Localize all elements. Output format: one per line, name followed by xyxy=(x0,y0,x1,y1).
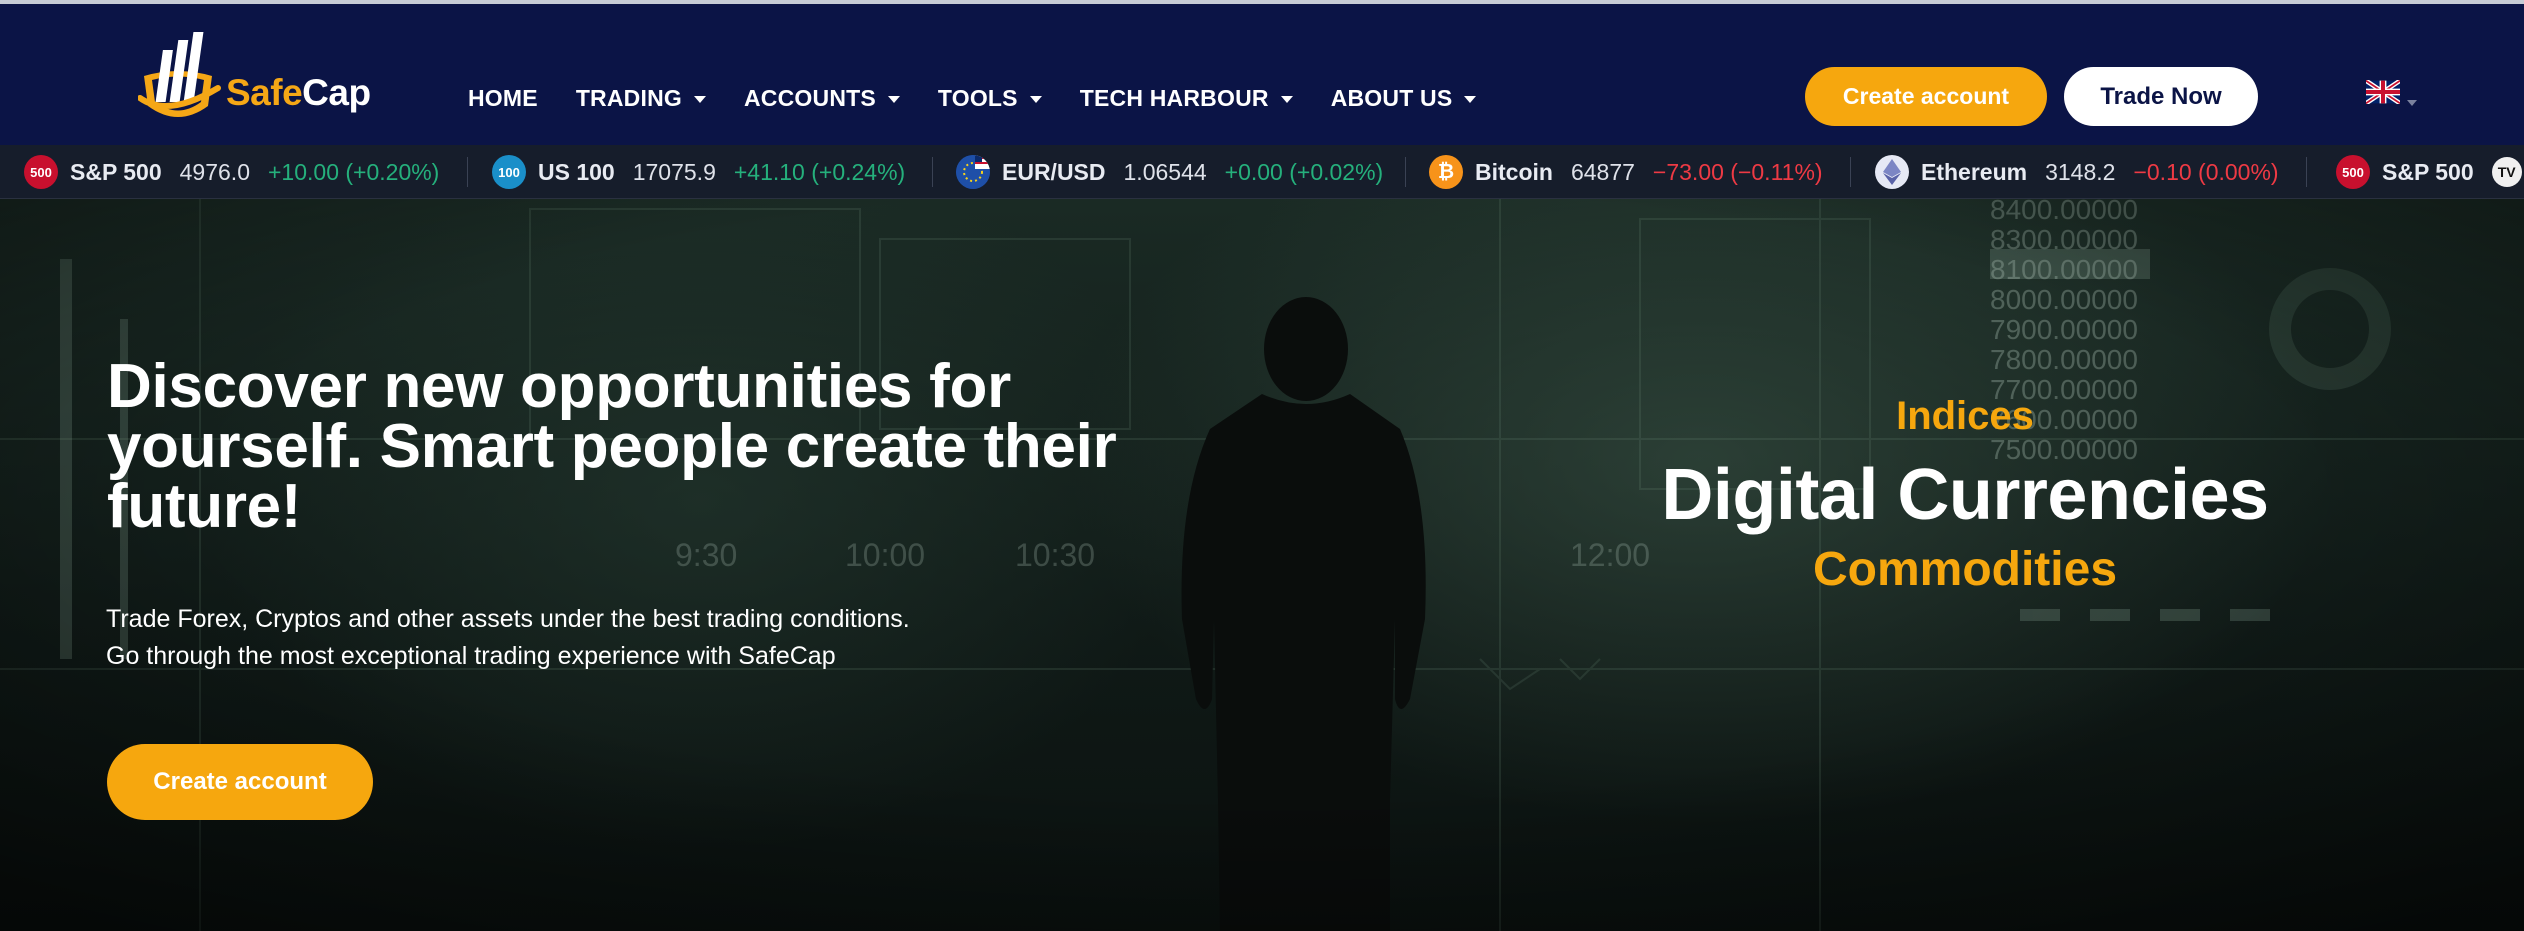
ticker-divider xyxy=(1850,157,1851,187)
logo-wordmark: SafeCap xyxy=(226,72,371,114)
ticker-change: +10.00 (+0.20%) xyxy=(268,158,440,185)
ticker-item[interactable]: EUR/USD 1.06544 +0.00 (+0.02%) xyxy=(956,145,1384,198)
hero-create-account-button[interactable]: Create account xyxy=(107,744,373,820)
nav-about-us-label: ABOUT US xyxy=(1330,84,1453,111)
nav-tech-harbour-label: TECH HARBOUR xyxy=(1079,84,1269,111)
ticker-name: US 100 xyxy=(538,158,615,185)
ticker-price: 3148.2 xyxy=(2045,158,2116,185)
ticker-price: 64877 xyxy=(1570,158,1635,185)
main-nav: HOME TRADING ACCOUNTS TOOLS TECH HARBOUR… xyxy=(468,78,1514,118)
language-selector[interactable] xyxy=(2366,80,2422,112)
nav-tech-harbour[interactable]: TECH HARBOUR xyxy=(1080,85,1293,112)
us100-icon: 100 xyxy=(492,155,526,189)
nav-home-label: HOME xyxy=(468,84,538,111)
caret-down-icon xyxy=(693,95,706,103)
hero-subtitle-line-1: Trade Forex, Cryptos and other assets un… xyxy=(106,605,910,633)
ticker-divider xyxy=(2306,157,2307,187)
nav-accounts[interactable]: ACCOUNTS xyxy=(744,85,900,112)
sp500-icon: 500 xyxy=(24,155,58,189)
nav-tools[interactable]: TOOLS xyxy=(938,85,1042,112)
site-header: SafeCap HOME TRADING ACCOUNTS TOOLS TECH… xyxy=(0,4,2524,145)
caret-down-icon xyxy=(1029,95,1042,103)
ethereum-diamond-icon xyxy=(1883,159,1901,185)
hero-subtitle-line-2: Go through the most exceptional trading … xyxy=(106,642,836,670)
rotating-word-digital-currencies: Digital Currencies xyxy=(1661,455,2269,535)
safecap-logo[interactable]: SafeCap xyxy=(138,28,378,138)
ticker-name: Bitcoin xyxy=(1475,158,1553,185)
ethereum-icon xyxy=(1875,155,1909,189)
nav-about-us[interactable]: ABOUT US xyxy=(1331,85,1477,112)
bitcoin-icon: ₿ xyxy=(1429,155,1463,189)
ticker-name: S&P 500 xyxy=(2382,158,2474,185)
nav-accounts-label: ACCOUNTS xyxy=(743,84,876,111)
sp500-icon: 500 xyxy=(2336,155,2370,189)
ticker-price: 4976.0 xyxy=(179,158,250,185)
ticker-item[interactable]: 500 S&P 500 4976.0 +10.00 (+0.20%) xyxy=(24,145,440,198)
ticker-item[interactable]: 100 US 100 17075.9 +41.10 (+0.24%) xyxy=(492,145,906,198)
ticker-divider xyxy=(467,157,468,187)
ticker-price: 1.06544 xyxy=(1123,158,1207,185)
hero-section: 8400.000008300.000008100.000008000.00000… xyxy=(0,199,2524,931)
create-account-button[interactable]: Create account xyxy=(1805,67,2047,126)
ticker-price: 17075.9 xyxy=(632,158,716,185)
nav-home[interactable]: HOME xyxy=(468,85,538,112)
hero-subtitle: Trade Forex, Cryptos and other assets un… xyxy=(106,601,1106,675)
hero-title: Discover new opportunities for yourself.… xyxy=(107,352,1117,541)
nav-tools-label: TOOLS xyxy=(937,84,1018,111)
page: SafeCap HOME TRADING ACCOUNTS TOOLS TECH… xyxy=(0,0,2524,931)
ticker-name: S&P 500 xyxy=(70,158,162,185)
ticker-change: −73.00 (−0.11%) xyxy=(1652,158,1823,185)
logo-shield-icon xyxy=(138,32,221,117)
eu-flag-icon xyxy=(956,155,990,189)
trade-now-button[interactable]: Trade Now xyxy=(2064,67,2258,126)
market-ticker: 500 S&P 500 4976.0 +10.00 (+0.20%) 100 U… xyxy=(0,145,2524,199)
uk-flag-icon xyxy=(2366,80,2400,104)
caret-down-icon xyxy=(887,95,900,103)
logo-text-cap: Cap xyxy=(302,72,371,113)
caret-down-icon xyxy=(1280,95,1293,103)
rotating-word-commodities: Commodities xyxy=(1812,543,2118,596)
nav-trading[interactable]: TRADING xyxy=(576,85,706,112)
ticker-change: +0.00 (+0.02%) xyxy=(1224,158,1384,185)
tradingview-icon[interactable]: TV xyxy=(2491,157,2522,187)
eur-usd-flags-icon xyxy=(956,155,990,189)
ticker-name: Ethereum xyxy=(1921,158,2028,185)
ticker-item[interactable]: 500 S&P 500 TV xyxy=(2336,145,2524,198)
ticker-item[interactable]: ₿ Bitcoin 64877 −73.00 (−0.11%) xyxy=(1429,145,1823,198)
ticker-change: +41.10 (+0.24%) xyxy=(733,158,906,185)
ticker-divider xyxy=(932,157,933,187)
ticker-item[interactable]: Ethereum 3148.2 −0.10 (0.00%) xyxy=(1875,145,2279,198)
ticker-divider xyxy=(1405,157,1406,187)
caret-down-icon xyxy=(2407,100,2417,106)
nav-trading-label: TRADING xyxy=(575,84,682,111)
ticker-change: −0.10 (0.00%) xyxy=(2133,158,2279,185)
ticker-name: EUR/USD xyxy=(1002,158,1106,185)
caret-down-icon xyxy=(1464,95,1477,103)
logo-text-safe: Safe xyxy=(226,72,303,113)
rotating-word-indices: Indices xyxy=(1896,394,2034,438)
